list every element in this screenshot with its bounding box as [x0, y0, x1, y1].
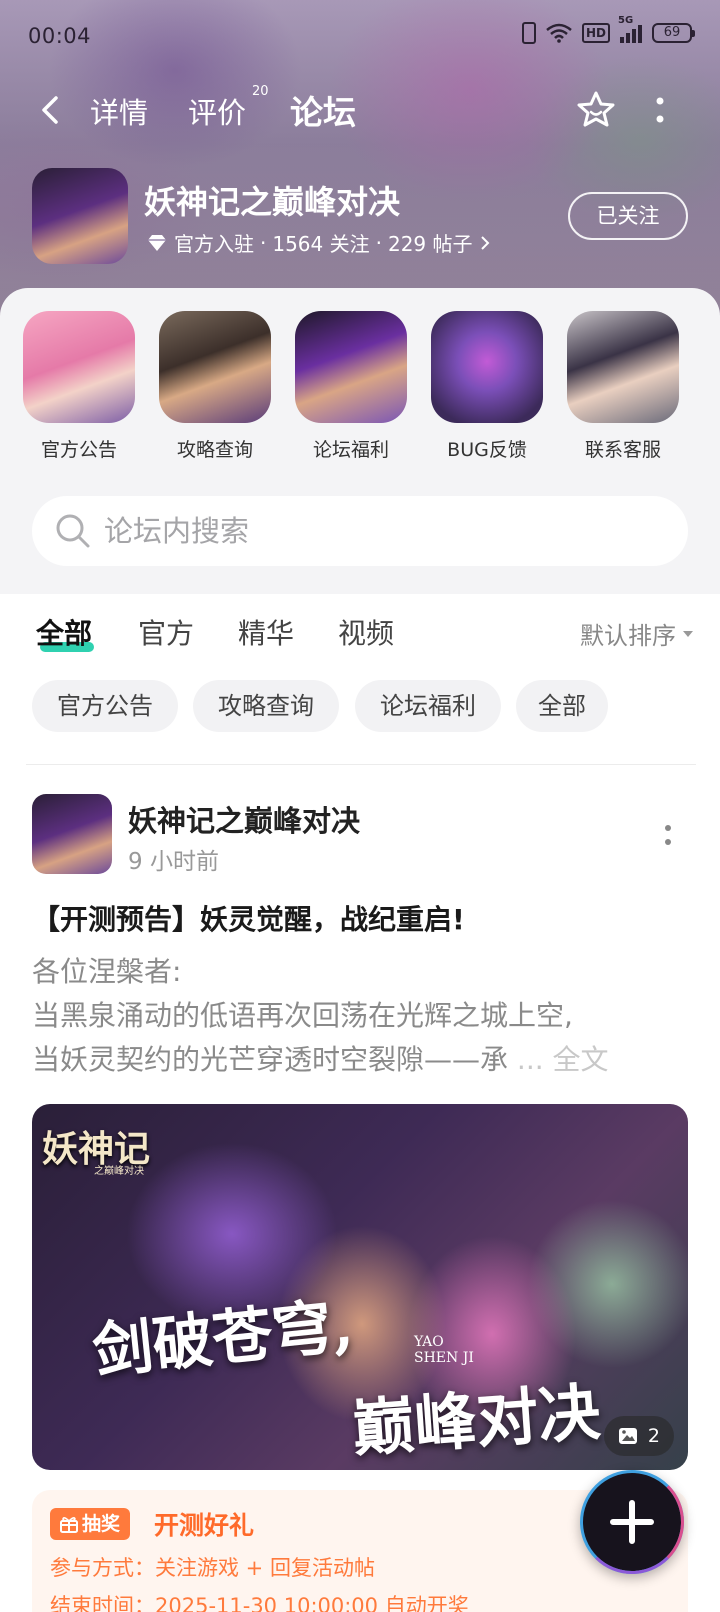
image-slogan-1: 剑破苍穹,: [89, 1290, 357, 1388]
game-title: 妖神记之巅峰对决: [144, 183, 401, 221]
post-title[interactable]: 【开测预告】妖灵觉醒，战纪重启!: [32, 898, 465, 938]
post-body-ellipsis: ...: [516, 1043, 553, 1076]
game-meta[interactable]: 官方入驻 · 1564 关注 · 229 帖子: [146, 228, 491, 257]
vibrate-icon: [521, 22, 536, 44]
chip-all[interactable]: 全部: [516, 680, 608, 732]
lottery-title: 开测好礼: [154, 1511, 255, 1540]
search-input[interactable]: [104, 496, 664, 566]
shortcut-forum-benefits[interactable]: 论坛福利: [295, 311, 407, 462]
image-slogan-2: 巅峰对决: [350, 1375, 603, 1466]
post-body-line: 当黑泉涌动的低语再次回荡在光辉之城上空,: [32, 999, 573, 1032]
image-logo-subtitle: 之巅峰对决: [94, 1166, 144, 1177]
shortcut-label: 联系客服: [584, 439, 661, 461]
post-image[interactable]: 妖神记 之巅峰对决 剑破苍穹, YAO SHEN JI 巅峰对决 2: [32, 1104, 688, 1470]
post-body-line: 各位涅槃者:: [32, 955, 182, 988]
create-post-button[interactable]: [580, 1470, 684, 1574]
status-icons: HD 5G 69: [521, 15, 695, 44]
top-nav: 详情 评价 20 论坛: [0, 78, 720, 142]
forum-search-bar[interactable]: [32, 496, 688, 566]
official-notice-thumbnail: [23, 311, 135, 423]
back-arrow-icon[interactable]: [34, 92, 70, 128]
lottery-tag-label: 抽奖: [82, 1513, 121, 1535]
image-english-title: YAO SHEN JI: [414, 1334, 474, 1366]
follow-button[interactable]: 已关注: [568, 192, 688, 240]
image-english-line-2: SHEN JI: [414, 1350, 474, 1366]
shortcut-bug-report[interactable]: BUG反馈: [431, 311, 543, 462]
category-tab-official[interactable]: 官方: [138, 612, 194, 652]
favorite-star-icon[interactable]: [574, 88, 618, 132]
tab-review-count: 20: [252, 84, 269, 99]
bug-report-thumbnail: [431, 311, 543, 423]
category-tab-all[interactable]: 全部: [36, 612, 92, 652]
post-author-avatar[interactable]: [32, 794, 112, 874]
lottery-join-method: 参与方式：关注游戏 + 回复活动帖: [50, 1556, 375, 1580]
forum-benefits-thumbnail: [295, 311, 407, 423]
wifi-icon: [546, 23, 572, 43]
image-english-line-1: YAO: [414, 1334, 444, 1350]
lottery-end-time: 结束时间：2025-11-30 10:00:00 自动开奖: [50, 1594, 469, 1612]
chevron-right-icon: [480, 235, 489, 250]
followers-count: 1564 关注: [272, 232, 370, 256]
post-body-line: 当妖灵契约的光芒穿透时空裂隙——承 ... 全文: [32, 1038, 692, 1082]
chip-official-notice[interactable]: 官方公告: [32, 680, 178, 732]
sort-dropdown[interactable]: 默认排序: [580, 616, 694, 651]
chip-guide-search[interactable]: 攻略查询: [193, 680, 339, 732]
tab-forum[interactable]: 论坛: [290, 86, 356, 134]
hd-icon: HD: [581, 23, 610, 43]
chip-forum-benefits[interactable]: 论坛福利: [355, 680, 501, 732]
caret-down-icon: [683, 630, 693, 637]
divider: [26, 764, 696, 765]
official-label: 官方入驻: [174, 232, 254, 256]
category-tab-featured[interactable]: 精华: [238, 612, 294, 652]
post-body-line-text: 当妖灵契约的光芒穿透时空裂隙——承: [32, 1043, 509, 1076]
image-count-badge: 2: [603, 1416, 674, 1456]
status-bar: 00:04 HD 5G 69: [0, 0, 720, 70]
post-author-name[interactable]: 妖神记之巅峰对决: [128, 798, 360, 840]
read-full-text-link[interactable]: 全文: [553, 1043, 609, 1076]
customer-service-thumbnail: [567, 311, 679, 423]
tab-detail[interactable]: 详情: [90, 90, 148, 132]
posts-count: 229 帖子: [387, 232, 473, 256]
gallery-icon: [618, 1428, 637, 1444]
signal-icon: 5G: [618, 15, 642, 43]
category-tab-video[interactable]: 视频: [338, 612, 394, 652]
tab-review[interactable]: 评价 20: [188, 84, 269, 132]
network-type: 5G: [618, 15, 634, 26]
status-time: 00:04: [28, 24, 92, 48]
meta-separator: ·: [375, 230, 382, 255]
diamond-icon: [148, 234, 166, 251]
shortcut-guide-search[interactable]: 攻略查询: [159, 311, 271, 462]
image-count: 2: [647, 1425, 660, 1447]
game-avatar[interactable]: [32, 168, 128, 264]
plus-icon: [610, 1500, 654, 1544]
shortcut-label: 官方公告: [40, 439, 117, 461]
guide-search-thumbnail: [159, 311, 271, 423]
search-icon: [56, 514, 90, 548]
lottery-tag: 抽奖: [50, 1508, 131, 1540]
tab-review-label: 评价: [188, 96, 247, 130]
gift-icon: [60, 1517, 78, 1533]
meta-separator: ·: [260, 230, 267, 255]
shortcut-customer-service[interactable]: 联系客服: [567, 311, 679, 462]
forum-header-sheet: 官方公告 攻略查询 论坛福利 BUG反馈 联系客服: [0, 288, 720, 594]
post-body[interactable]: 各位涅槃者: 当黑泉涌动的低语再次回荡在光辉之城上空, 当妖灵契约的光芒穿透时空…: [32, 950, 692, 1082]
shortcut-official-notice[interactable]: 官方公告: [23, 311, 135, 462]
shortcut-label: 攻略查询: [176, 439, 253, 461]
shortcut-label: 论坛福利: [312, 439, 389, 461]
battery-icon: 69: [652, 23, 695, 43]
shortcut-label: BUG反馈: [447, 439, 527, 461]
more-vertical-icon[interactable]: [650, 92, 670, 128]
sort-label: 默认排序: [580, 622, 676, 650]
post-time: 9 小时前: [128, 849, 219, 875]
post-more-icon[interactable]: [658, 820, 678, 850]
